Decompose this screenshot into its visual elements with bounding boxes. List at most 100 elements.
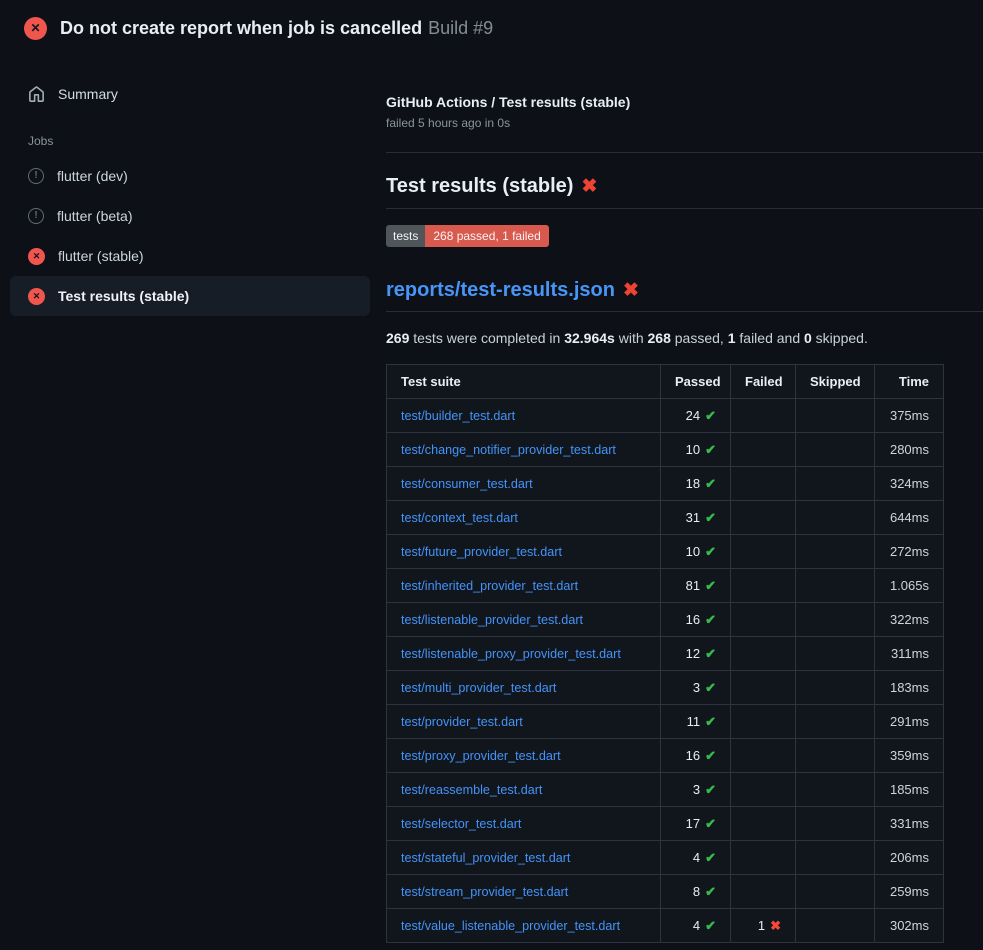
- table-row: test/context_test.dart31✔644ms: [387, 501, 944, 535]
- failed-cell: [731, 637, 796, 671]
- time-cell: 185ms: [875, 773, 944, 807]
- test-suite-link[interactable]: test/listenable_proxy_provider_test.dart: [401, 647, 621, 661]
- count-value: 1: [758, 918, 765, 933]
- failed-cell: [731, 705, 796, 739]
- time-cell: 291ms: [875, 705, 944, 739]
- table-row: test/selector_test.dart17✔331ms: [387, 807, 944, 841]
- check-icon: ✔: [705, 782, 716, 797]
- total-count: 269: [386, 330, 409, 346]
- sidebar-item-flutter-dev[interactable]: ! flutter (dev): [10, 156, 370, 196]
- job-label: Test results (stable): [58, 288, 189, 304]
- test-suite-link[interactable]: test/context_test.dart: [401, 511, 518, 525]
- skipped-cell: [796, 603, 875, 637]
- table-row: test/listenable_proxy_provider_test.dart…: [387, 637, 944, 671]
- test-suite-link[interactable]: test/consumer_test.dart: [401, 477, 533, 491]
- passed-cell: 10✔: [661, 535, 731, 569]
- report-file-link[interactable]: reports/test-results.json: [386, 279, 615, 301]
- check-icon: ✔: [705, 442, 716, 457]
- test-suite-link[interactable]: test/builder_test.dart: [401, 409, 515, 423]
- test-suite-link[interactable]: test/reassemble_test.dart: [401, 783, 542, 797]
- job-label: flutter (dev): [57, 168, 128, 184]
- passed-cell: 16✔: [661, 739, 731, 773]
- failed-cell: [731, 501, 796, 535]
- check-icon: ✔: [705, 476, 716, 491]
- count-value: 12: [686, 646, 700, 661]
- table-row: test/proxy_provider_test.dart16✔359ms: [387, 739, 944, 773]
- table-row: test/builder_test.dart24✔375ms: [387, 399, 944, 433]
- check-icon: ✔: [705, 578, 716, 593]
- sidebar-item-test-results-stable[interactable]: ✕ Test results (stable): [10, 276, 370, 316]
- test-suite-cell: test/builder_test.dart: [387, 399, 661, 433]
- skipped-cell: [796, 569, 875, 603]
- tests-badge: tests 268 passed, 1 failed: [386, 225, 549, 247]
- count-value: 16: [686, 748, 700, 763]
- table-row: test/provider_test.dart 11✔ 291ms: [387, 705, 944, 739]
- sidebar-item-summary[interactable]: Summary: [10, 80, 370, 108]
- test-suite-link[interactable]: test/change_notifier_provider_test.dart: [401, 443, 616, 457]
- time-cell: 322ms: [875, 603, 944, 637]
- test-suite-link[interactable]: test/stateful_provider_test.dart: [401, 851, 570, 865]
- sidebar-item-flutter-beta[interactable]: ! flutter (beta): [10, 196, 370, 236]
- sidebar-summary-label: Summary: [58, 86, 118, 102]
- skipped-cell: [796, 909, 875, 943]
- skipped-cell: [796, 773, 875, 807]
- skipped-cell: [796, 399, 875, 433]
- test-suite-cell: test/consumer_test.dart: [387, 467, 661, 501]
- failed-status-icon: ✕: [28, 248, 45, 265]
- skipped-cell: [796, 501, 875, 535]
- time-cell: 206ms: [875, 841, 944, 875]
- test-suite-link[interactable]: test/inherited_provider_test.dart: [401, 579, 578, 593]
- count-value: 4: [693, 918, 700, 933]
- job-detail-pane: GitHub Actions / Test results (stable) f…: [380, 56, 983, 943]
- home-icon: [28, 86, 45, 103]
- summary-line: 269 tests were completed in 32.964s with…: [386, 330, 983, 346]
- test-suite-link[interactable]: test/proxy_provider_test.dart: [401, 749, 561, 763]
- skipped-cell: [796, 875, 875, 909]
- test-suite-cell: test/proxy_provider_test.dart: [387, 739, 661, 773]
- col-header-passed: Passed: [661, 365, 731, 399]
- failed-cell: [731, 467, 796, 501]
- time-cell: 1.065s: [875, 569, 944, 603]
- test-suite-link[interactable]: test/selector_test.dart: [401, 817, 521, 831]
- failed-cell: [731, 671, 796, 705]
- table-row: test/listenable_provider_test.dart16✔322…: [387, 603, 944, 637]
- failed-cell: [731, 739, 796, 773]
- test-suite-link[interactable]: test/provider_test.dart: [401, 715, 523, 729]
- table-row: test/inherited_provider_test.dart 81 ✔ 1.06…: [387, 569, 944, 603]
- passed-cell: 12 ✔: [661, 637, 731, 671]
- passed-cell: 4✔: [661, 841, 731, 875]
- build-failed-icon: ✕: [24, 17, 47, 40]
- failed-cell: [731, 841, 796, 875]
- test-suite-cell: test/inherited_provider_test.dart: [387, 569, 661, 603]
- passed-cell: 4✔: [661, 909, 731, 943]
- count-value: 81: [686, 578, 700, 593]
- failed-status-icon: ✕: [28, 288, 45, 305]
- check-icon: ✔: [705, 884, 716, 899]
- passed-cell: 31✔: [661, 501, 731, 535]
- failed-count: 1: [728, 330, 736, 346]
- sidebar-item-flutter-stable[interactable]: ✕ flutter (stable): [10, 236, 370, 276]
- col-header-test-suite: Test suite: [387, 365, 661, 399]
- test-suite-link[interactable]: test/future_provider_test.dart: [401, 545, 562, 559]
- table-row: test/change_notifier_provider_test.dart1…: [387, 433, 944, 467]
- cancelled-status-icon: !: [28, 208, 44, 224]
- test-suite-link[interactable]: test/stream_provider_test.dart: [401, 885, 568, 899]
- test-suite-cell: test/stateful_provider_test.dart: [387, 841, 661, 875]
- failed-cell: [731, 535, 796, 569]
- count-value: 3: [693, 782, 700, 797]
- test-suite-link[interactable]: test/multi_provider_test.dart: [401, 681, 556, 695]
- skipped-cell: [796, 433, 875, 467]
- passed-cell: 11✔: [661, 705, 731, 739]
- duration-value: 32.964s: [564, 330, 615, 346]
- test-suite-link[interactable]: test/value_listenable_provider_test.dart: [401, 919, 620, 933]
- report-title: reports/test-results.json✖: [386, 279, 983, 312]
- test-suite-link[interactable]: test/listenable_provider_test.dart: [401, 613, 583, 627]
- count-value: 4: [693, 850, 700, 865]
- skipped-cell: [796, 467, 875, 501]
- check-icon: ✔: [705, 646, 716, 661]
- col-header-failed: Failed: [731, 365, 796, 399]
- cross-icon: ✖: [770, 918, 781, 933]
- build-number: Build #9: [428, 18, 493, 38]
- test-suite-cell: test/multi_provider_test.dart: [387, 671, 661, 705]
- page-title: Do not create report when job is cancell…: [60, 18, 493, 39]
